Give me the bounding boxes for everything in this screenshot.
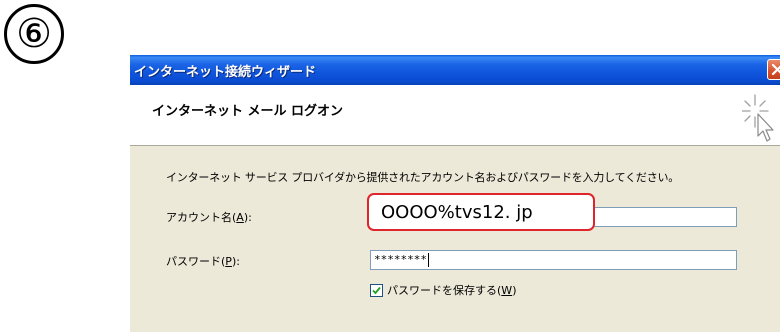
remember-password-option[interactable]: パスワードを保存する(W) xyxy=(370,282,516,298)
close-button[interactable] xyxy=(767,59,780,80)
password-field[interactable]: ******** xyxy=(370,250,737,270)
text-caret xyxy=(427,253,429,267)
password-label: パスワード(P): xyxy=(166,255,240,268)
page-title: インターネット メール ログオン xyxy=(152,104,344,119)
step-number-badge: ⑥ xyxy=(4,4,64,64)
window-title: インターネット接続ウィザード xyxy=(134,65,317,80)
wizard-dialog: インターネット接続ウィザード インターネット メール ログオン インターネット … xyxy=(130,55,780,332)
close-icon xyxy=(771,63,780,76)
account-name-value: OOOO%tvs12. jp xyxy=(381,202,533,223)
remember-password-label: パスワードを保存する(W) xyxy=(387,284,517,297)
account-name-highlight: OOOO%tvs12. jp xyxy=(367,193,595,231)
instruction-text: インターネット サービス プロバイダから提供されたアカウント名およびパスワードを… xyxy=(166,171,680,184)
account-name-label: アカウント名(A): xyxy=(166,211,252,224)
wizard-sparkle-cursor-icon xyxy=(742,94,774,142)
title-bar[interactable]: インターネット接続ウィザード xyxy=(130,55,780,85)
checkmark-icon xyxy=(372,286,381,294)
wizard-header: インターネット メール ログオン xyxy=(130,85,780,146)
wizard-content: インターネット サービス プロバイダから提供されたアカウント名およびパスワードを… xyxy=(130,146,780,332)
remember-password-checkbox[interactable] xyxy=(370,283,383,297)
password-value: ******** xyxy=(374,253,427,266)
